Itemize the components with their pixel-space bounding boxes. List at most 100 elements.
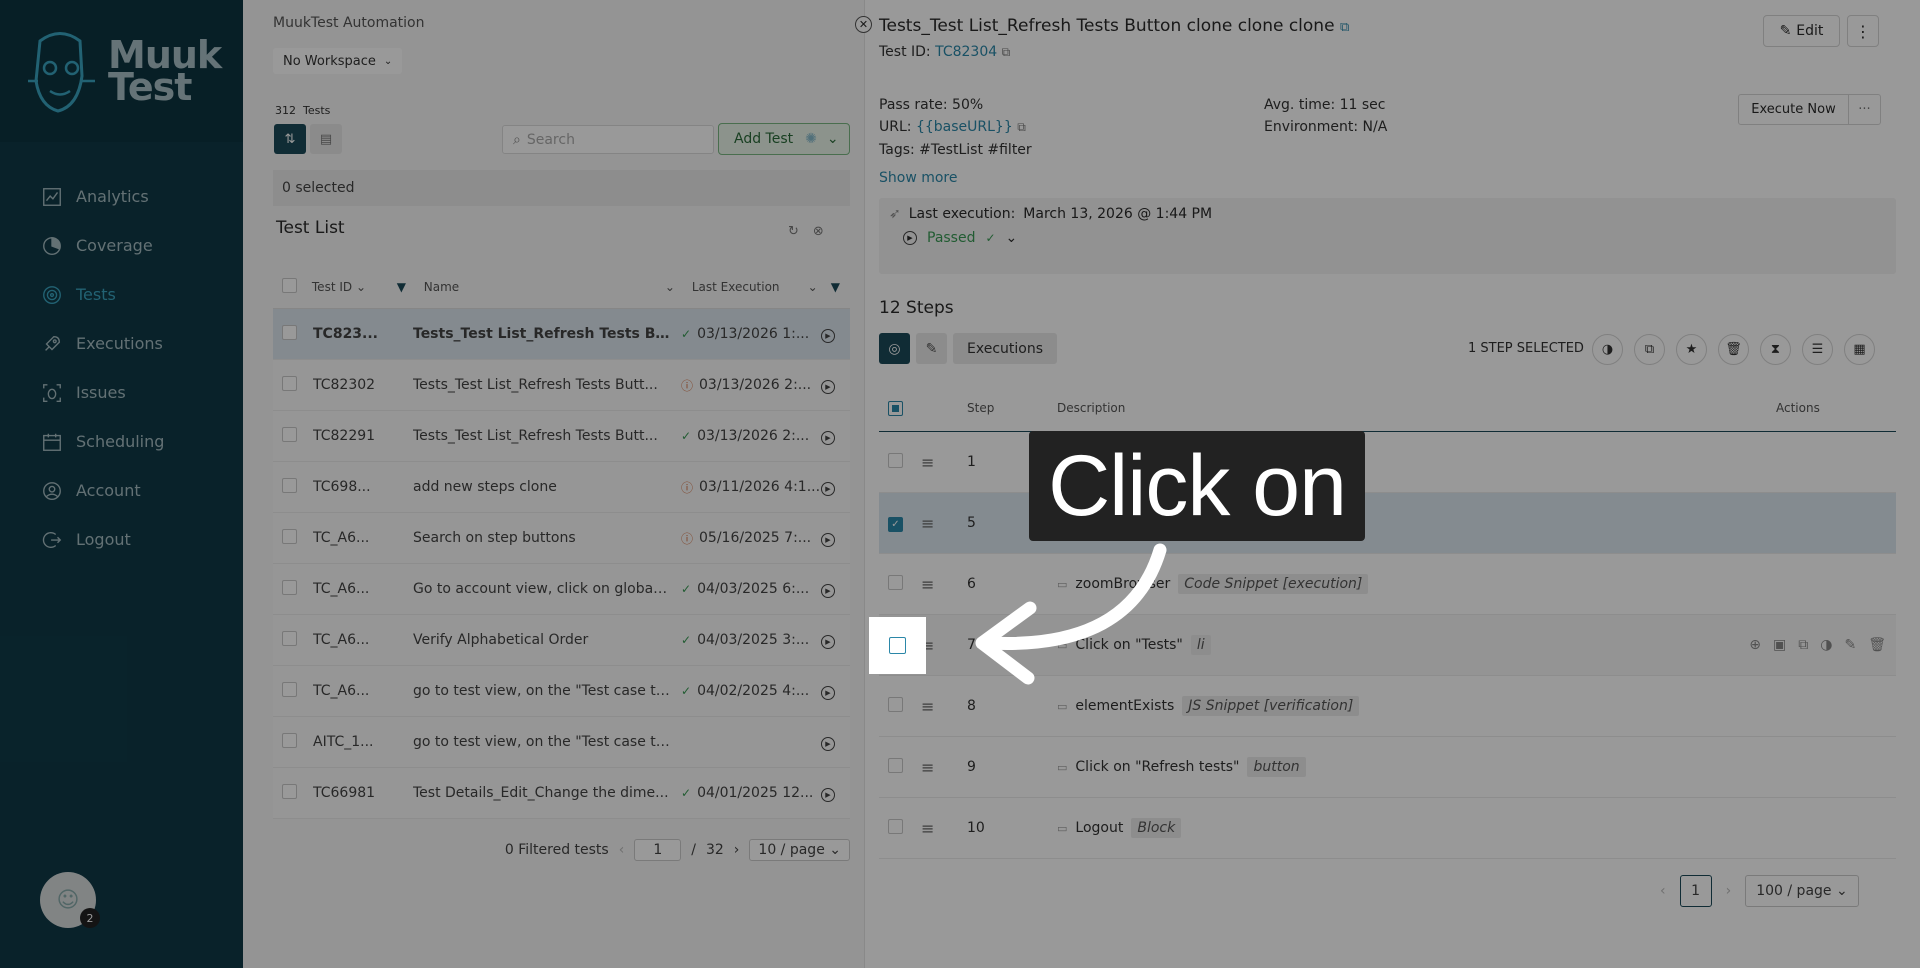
row-checkbox[interactable] — [282, 630, 297, 646]
row-test-name[interactable]: Test Details_Edit_Change the dime... — [413, 785, 681, 801]
row-checkbox[interactable] — [282, 375, 297, 391]
table-row[interactable]: TC66981 Test Details_Edit_Change the dime… — [273, 768, 850, 819]
row-test-name[interactable]: Verify Alphabetical Order — [413, 632, 681, 648]
play-circle-icon[interactable]: ▶ — [821, 430, 835, 445]
avatar[interactable]: ☺ 2 — [40, 872, 100, 928]
play-circle-icon[interactable]: ▶ — [821, 787, 835, 802]
play-circle-icon[interactable]: ▶ — [821, 685, 835, 700]
wait-button[interactable]: ⧗ — [1760, 334, 1791, 365]
next-page-icon[interactable]: › — [1726, 883, 1732, 899]
trash-icon[interactable]: 🗑 — [1868, 637, 1886, 653]
list-view-toggle[interactable]: ☰ — [1802, 334, 1833, 365]
page-size-select[interactable]: 10 / page ⌄ — [749, 839, 850, 861]
select-all-checkbox[interactable] — [282, 277, 297, 293]
play-circle-icon[interactable]: ▶ — [821, 532, 835, 547]
drag-handle-icon[interactable]: ≡ — [921, 697, 967, 716]
add-circle-icon[interactable]: ⊕ — [1749, 637, 1761, 653]
prev-page-icon[interactable]: ‹ — [619, 842, 625, 858]
row-checkbox[interactable] — [282, 783, 297, 799]
nav-item-analytics[interactable]: Analytics — [0, 172, 243, 221]
copy-icon[interactable]: ⧉ — [1798, 637, 1808, 653]
toggle-visibility-button[interactable]: ◑ — [1592, 334, 1623, 365]
execute-now-button[interactable]: Execute Now — [1738, 94, 1849, 125]
table-view-toggle[interactable]: ▦ — [1844, 334, 1875, 365]
add-test-button[interactable]: Add Test ✺ ⌄ — [718, 123, 850, 155]
table-row[interactable]: TC_A6... Verify Alphabetical Order ✓ 04/03/… — [273, 615, 850, 666]
step-checkbox[interactable] — [888, 696, 903, 712]
step-checkbox[interactable] — [888, 452, 903, 468]
close-detail-icon[interactable]: ✕ — [855, 16, 872, 33]
row-test-name[interactable]: Tests_Test List_Refresh Tests Butt... — [413, 428, 681, 444]
drag-handle-icon[interactable]: ≡ — [921, 819, 967, 838]
row-checkbox[interactable] — [282, 528, 297, 544]
play-circle-icon[interactable]: ▶ — [821, 379, 835, 394]
row-test-name[interactable]: add new steps clone — [413, 479, 681, 495]
page-size-select[interactable]: 100 / page ⌄ — [1745, 875, 1859, 907]
row-checkbox[interactable] — [282, 324, 297, 340]
nav-item-account[interactable]: Account — [0, 466, 243, 515]
step-checkbox[interactable] — [888, 757, 903, 773]
row-checkbox[interactable] — [282, 681, 297, 697]
play-circle-icon[interactable]: ▶ — [821, 583, 835, 598]
copy-icon[interactable]: ⧉ — [1017, 120, 1026, 134]
duplicate-button[interactable]: ⧉ — [1634, 334, 1665, 365]
table-row[interactable]: TC_A6... Go to account view, click on glo… — [273, 564, 850, 615]
table-row[interactable]: TC_A6... Search on step buttons ⓘ 05/16/202… — [273, 513, 850, 564]
table-row[interactable]: TC82291 Tests_Test List_Refresh Tests But… — [273, 411, 850, 462]
nav-item-executions[interactable]: Executions — [0, 319, 243, 368]
drag-handle-icon[interactable]: ≡ — [921, 453, 967, 472]
snippet-icon[interactable]: ▣ — [1773, 637, 1786, 653]
edit-button[interactable]: ✎ Edit — [1763, 15, 1840, 47]
steps-view-button[interactable]: ◎ — [879, 333, 910, 364]
filter-icon[interactable]: ▼ — [397, 280, 424, 294]
filter-icon[interactable]: ▼ — [831, 280, 850, 294]
select-all-steps-checkbox[interactable] — [888, 400, 903, 416]
row-test-name[interactable]: go to test view, on the "Test case to ..… — [413, 683, 681, 699]
row-checkbox[interactable] — [282, 477, 297, 493]
url-value[interactable]: {{baseURL}} — [916, 119, 1013, 135]
favorite-button[interactable]: ★ — [1676, 334, 1707, 365]
grid-view-button[interactable]: ▤ — [310, 124, 342, 154]
row-test-name[interactable]: Tests_Test List_Refresh Tests B... — [413, 326, 681, 342]
table-row[interactable]: TC698... add new steps clone ⓘ 03/11/2026 4… — [273, 462, 850, 513]
edit-icon[interactable]: ✎ — [1844, 637, 1856, 653]
table-row[interactable]: TC82302 Tests_Test List_Refresh Tests But… — [273, 360, 850, 411]
row-test-name[interactable]: Search on step buttons — [413, 530, 681, 546]
page-input[interactable]: 1 — [634, 839, 682, 861]
delete-button[interactable]: 🗑 — [1718, 334, 1749, 365]
row-checkbox[interactable] — [282, 579, 297, 595]
row-checkbox[interactable] — [282, 732, 297, 748]
workspace-dropdown[interactable]: No Workspace ⌄ — [273, 48, 403, 74]
list-view-button[interactable]: ⇅ — [274, 124, 306, 154]
col-name[interactable]: Name — [424, 280, 665, 294]
show-more-link[interactable]: Show more — [879, 170, 958, 186]
row-test-name[interactable]: go to test view, on the "Test case to ..… — [413, 734, 681, 750]
refresh-icon[interactable]: ↻ — [788, 224, 799, 239]
edit-steps-button[interactable]: ✎ — [916, 333, 947, 364]
row-test-name[interactable]: Tests_Test List_Refresh Tests Butt... — [413, 377, 681, 393]
drag-handle-icon[interactable]: ≡ — [921, 514, 967, 533]
step-row[interactable]: ≡ 10 ▭ Logout Block — [879, 798, 1896, 859]
play-circle-icon[interactable]: ▶ — [821, 736, 835, 751]
copy-icon[interactable]: ⧉ — [1002, 45, 1011, 59]
step-checkbox[interactable] — [888, 574, 903, 590]
eye-toggle-icon[interactable]: ◑ — [1820, 637, 1832, 653]
copy-icon[interactable]: ⧉ — [1340, 20, 1349, 35]
test-id-link[interactable]: TC82304 — [935, 44, 997, 60]
chevron-down-icon[interactable]: ⌄ — [665, 280, 692, 294]
row-checkbox[interactable] — [282, 426, 297, 442]
last-exec-status[interactable]: ▶ Passed ✓ ⌄ — [903, 230, 1017, 246]
nav-item-tests[interactable]: Tests — [0, 270, 243, 319]
col-last-execution[interactable]: Last Execution — [692, 280, 808, 294]
close-circle-icon[interactable]: ⊗ — [813, 224, 824, 239]
step-row[interactable]: ≡ 9 ▭ Click on "Refresh tests" button — [879, 737, 1896, 798]
play-circle-icon[interactable]: ▶ — [821, 634, 835, 649]
nav-item-logout[interactable]: Logout — [0, 515, 243, 564]
chevron-down-icon[interactable]: ⌄ — [808, 280, 831, 294]
prev-page-icon[interactable]: ‹ — [1660, 883, 1666, 899]
play-circle-icon[interactable]: ▶ — [821, 481, 835, 496]
row-test-name[interactable]: Go to account view, click on global v... — [413, 581, 681, 597]
execute-more-button[interactable]: ··· — [1848, 94, 1881, 125]
table-row[interactable]: TC823... Tests_Test List_Refresh Tests B.… — [273, 309, 850, 360]
next-page-icon[interactable]: › — [734, 842, 740, 858]
